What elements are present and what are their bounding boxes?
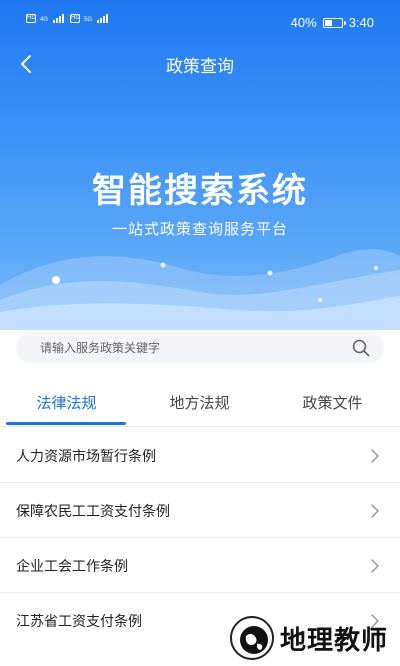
tab-local-regulations[interactable]: 地方法规 (133, 392, 266, 413)
battery-percent: 40% (290, 15, 317, 30)
status-signals: HD 4G HD 5G (26, 13, 109, 23)
list-item-label: 人力资源市场暂行条例 (16, 448, 156, 464)
list-item[interactable]: 保障农民工工资支付条例 (0, 483, 400, 538)
nav-bar: 政策查询 (0, 44, 400, 84)
search-input[interactable] (40, 333, 340, 363)
list-item-label: 江苏省工资支付条例 (16, 613, 142, 629)
battery-icon (322, 17, 346, 28)
battery-fill (324, 19, 332, 26)
list-item[interactable]: 人力资源市场暂行条例 (0, 428, 400, 483)
watermark: 地理教师 (229, 616, 388, 660)
sim1-indicator: HD (26, 14, 36, 23)
network-type-2: 5G (84, 17, 93, 23)
hero-title: 智能搜索系统 (92, 172, 308, 210)
list-item[interactable]: 企业工会工作条例 (0, 538, 400, 593)
status-bar: HD 4G HD 5G 40% 3:40 (0, 0, 400, 44)
chevron-right-icon (371, 559, 379, 573)
status-right: 40% 3:40 (291, 15, 374, 30)
tab-laws[interactable]: 法律法规 (0, 392, 133, 413)
list-item-label: 保障农民工工资支付条例 (16, 503, 170, 519)
hero-subtitle: 一站式政策查询服务平台 (111, 221, 288, 238)
watermark-text: 地理教师 (279, 624, 388, 655)
clock: 3:40 (348, 15, 374, 30)
sim2-indicator: HD (70, 14, 81, 23)
tab-policy-documents[interactable]: 政策文件 (266, 392, 399, 413)
active-tab-indicator (6, 422, 126, 425)
regulation-list: 人力资源市场暂行条例 保障农民工工资支付条例 企业工会工作条例 江苏省工资支付条… (0, 428, 400, 648)
list-item-label: 企业工会工作条例 (16, 558, 128, 574)
globe-logo-icon (229, 616, 274, 660)
network-type-1: 4G (40, 17, 49, 23)
page-title: 政策查询 (166, 57, 234, 76)
signal-bars-icon (53, 13, 65, 23)
tab-bar: 法律法规 地方法规 政策文件 (0, 375, 400, 427)
signal-bars-icon (97, 13, 109, 23)
chevron-right-icon (371, 449, 379, 463)
chevron-right-icon (371, 504, 379, 518)
search-icon[interactable] (352, 339, 370, 357)
hero-banner: HD 4G HD 5G 40% 3:40 政策查询 智能搜索系统 一站式政策查询… (0, 0, 400, 330)
search-bar[interactable] (16, 333, 384, 363)
